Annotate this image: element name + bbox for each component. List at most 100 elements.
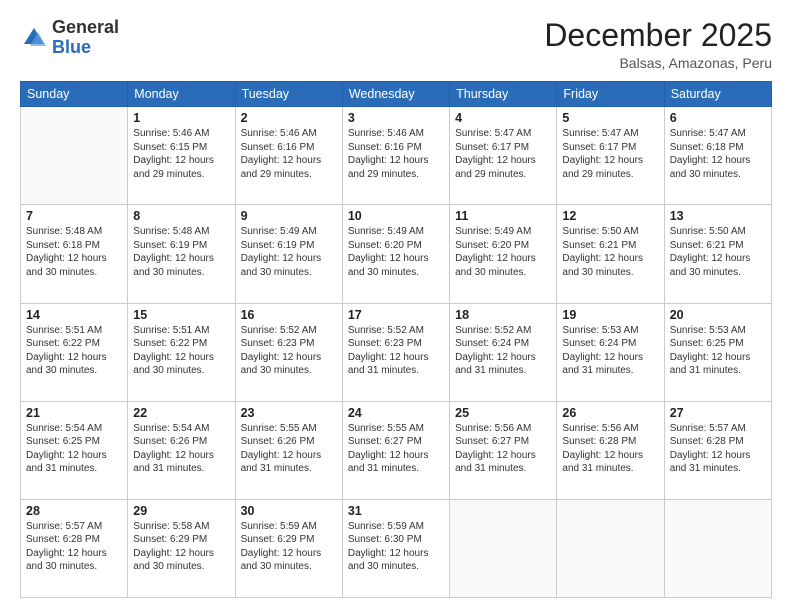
day-number: 18: [455, 308, 551, 322]
day-number: 16: [241, 308, 337, 322]
day-info: Sunrise: 5:47 AM Sunset: 6:17 PM Dayligh…: [455, 127, 551, 181]
day-info: Sunrise: 5:55 AM Sunset: 6:26 PM Dayligh…: [241, 422, 337, 476]
calendar-week-row: 1 Sunrise: 5:46 AM Sunset: 6:15 PM Daylig…: [21, 107, 772, 205]
calendar-week-row: 21 Sunrise: 5:54 AM Sunset: 6:25 PM Dayli…: [21, 401, 772, 499]
day-number: 17: [348, 308, 444, 322]
calendar-header-row: Sunday Monday Tuesday Wednesday Thursday…: [21, 82, 772, 107]
day-number: 3: [348, 111, 444, 125]
day-info: Sunrise: 5:51 AM Sunset: 6:22 PM Dayligh…: [26, 324, 122, 378]
day-info: Sunrise: 5:58 AM Sunset: 6:29 PM Dayligh…: [133, 520, 229, 574]
day-number: 8: [133, 209, 229, 223]
day-number: 9: [241, 209, 337, 223]
location: Balsas, Amazonas, Peru: [544, 55, 772, 71]
calendar-cell: 19 Sunrise: 5:53 AM Sunset: 6:24 PM Dayli…: [557, 303, 664, 401]
day-info: Sunrise: 5:52 AM Sunset: 6:23 PM Dayligh…: [241, 324, 337, 378]
calendar-cell: 7 Sunrise: 5:48 AM Sunset: 6:18 PM Daylig…: [21, 205, 128, 303]
day-number: 22: [133, 406, 229, 420]
day-info: Sunrise: 5:46 AM Sunset: 6:16 PM Dayligh…: [348, 127, 444, 181]
day-info: Sunrise: 5:57 AM Sunset: 6:28 PM Dayligh…: [26, 520, 122, 574]
calendar-cell: 25 Sunrise: 5:56 AM Sunset: 6:27 PM Dayli…: [450, 401, 557, 499]
logo-icon: [20, 24, 48, 52]
header-monday: Monday: [128, 82, 235, 107]
header-sunday: Sunday: [21, 82, 128, 107]
day-info: Sunrise: 5:48 AM Sunset: 6:18 PM Dayligh…: [26, 225, 122, 279]
day-number: 23: [241, 406, 337, 420]
calendar-cell: 20Sunrise: 5:53 AM Sunset: 6:25 PM Dayli…: [664, 303, 771, 401]
day-number: 19: [562, 308, 658, 322]
day-number: 25: [455, 406, 551, 420]
day-info: Sunrise: 5:49 AM Sunset: 6:20 PM Dayligh…: [455, 225, 551, 279]
header-thursday: Thursday: [450, 82, 557, 107]
calendar-cell: 21 Sunrise: 5:54 AM Sunset: 6:25 PM Dayli…: [21, 401, 128, 499]
day-info: Sunrise: 5:54 AM Sunset: 6:26 PM Dayligh…: [133, 422, 229, 476]
day-info: Sunrise: 5:57 AM Sunset: 6:28 PM Dayligh…: [670, 422, 766, 476]
day-info: Sunrise: 5:54 AM Sunset: 6:25 PM Dayligh…: [26, 422, 122, 476]
calendar-cell: 9 Sunrise: 5:49 AM Sunset: 6:19 PM Daylig…: [235, 205, 342, 303]
logo-general-text: General: [52, 17, 119, 37]
header: General Blue December 2025 Balsas, Amazo…: [20, 18, 772, 71]
calendar-table: Sunday Monday Tuesday Wednesday Thursday…: [20, 81, 772, 598]
header-friday: Friday: [557, 82, 664, 107]
header-saturday: Saturday: [664, 82, 771, 107]
day-info: Sunrise: 5:53 AM Sunset: 6:24 PM Dayligh…: [562, 324, 658, 378]
calendar-cell: 2Sunrise: 5:46 AM Sunset: 6:16 PM Daylig…: [235, 107, 342, 205]
calendar-cell: [21, 107, 128, 205]
logo-text: General Blue: [52, 18, 119, 58]
day-number: 13: [670, 209, 766, 223]
day-info: Sunrise: 5:50 AM Sunset: 6:21 PM Dayligh…: [562, 225, 658, 279]
calendar-cell: 31 Sunrise: 5:59 AM Sunset: 6:30 PM Dayli…: [342, 499, 449, 597]
day-info: Sunrise: 5:52 AM Sunset: 6:24 PM Dayligh…: [455, 324, 551, 378]
calendar-cell: [450, 499, 557, 597]
day-info: Sunrise: 5:52 AM Sunset: 6:23 PM Dayligh…: [348, 324, 444, 378]
calendar-cell: 8 Sunrise: 5:48 AM Sunset: 6:19 PM Daylig…: [128, 205, 235, 303]
calendar-cell: 24Sunrise: 5:55 AM Sunset: 6:27 PM Dayli…: [342, 401, 449, 499]
day-number: 24: [348, 406, 444, 420]
day-number: 27: [670, 406, 766, 420]
day-info: Sunrise: 5:59 AM Sunset: 6:29 PM Dayligh…: [241, 520, 337, 574]
day-number: 28: [26, 504, 122, 518]
day-number: 15: [133, 308, 229, 322]
calendar-cell: 13 Sunrise: 5:50 AM Sunset: 6:21 PM Dayli…: [664, 205, 771, 303]
header-wednesday: Wednesday: [342, 82, 449, 107]
header-tuesday: Tuesday: [235, 82, 342, 107]
day-info: Sunrise: 5:59 AM Sunset: 6:30 PM Dayligh…: [348, 520, 444, 574]
calendar-cell: 5 Sunrise: 5:47 AM Sunset: 6:17 PM Daylig…: [557, 107, 664, 205]
calendar-week-row: 28 Sunrise: 5:57 AM Sunset: 6:28 PM Dayli…: [21, 499, 772, 597]
calendar-cell: 16 Sunrise: 5:52 AM Sunset: 6:23 PM Dayli…: [235, 303, 342, 401]
calendar-cell: [557, 499, 664, 597]
day-info: Sunrise: 5:56 AM Sunset: 6:28 PM Dayligh…: [562, 422, 658, 476]
calendar-cell: 30 Sunrise: 5:59 AM Sunset: 6:29 PM Dayli…: [235, 499, 342, 597]
calendar-cell: 22 Sunrise: 5:54 AM Sunset: 6:26 PM Dayli…: [128, 401, 235, 499]
day-number: 1: [133, 111, 229, 125]
day-info: Sunrise: 5:47 AM Sunset: 6:17 PM Dayligh…: [562, 127, 658, 181]
day-info: Sunrise: 5:47 AM Sunset: 6:18 PM Dayligh…: [670, 127, 766, 181]
day-info: Sunrise: 5:46 AM Sunset: 6:15 PM Dayligh…: [133, 127, 229, 181]
day-number: 7: [26, 209, 122, 223]
day-info: Sunrise: 5:51 AM Sunset: 6:22 PM Dayligh…: [133, 324, 229, 378]
day-info: Sunrise: 5:50 AM Sunset: 6:21 PM Dayligh…: [670, 225, 766, 279]
day-number: 11: [455, 209, 551, 223]
day-number: 5: [562, 111, 658, 125]
logo: General Blue: [20, 18, 119, 58]
calendar-cell: 23 Sunrise: 5:55 AM Sunset: 6:26 PM Dayli…: [235, 401, 342, 499]
day-number: 30: [241, 504, 337, 518]
day-info: Sunrise: 5:56 AM Sunset: 6:27 PM Dayligh…: [455, 422, 551, 476]
day-number: 21: [26, 406, 122, 420]
logo-blue-text: Blue: [52, 37, 91, 57]
calendar-cell: 1 Sunrise: 5:46 AM Sunset: 6:15 PM Daylig…: [128, 107, 235, 205]
calendar-cell: 6 Sunrise: 5:47 AM Sunset: 6:18 PM Daylig…: [664, 107, 771, 205]
day-number: 31: [348, 504, 444, 518]
day-info: Sunrise: 5:49 AM Sunset: 6:19 PM Dayligh…: [241, 225, 337, 279]
day-number: 6: [670, 111, 766, 125]
calendar-cell: 18 Sunrise: 5:52 AM Sunset: 6:24 PM Dayli…: [450, 303, 557, 401]
calendar-cell: 10Sunrise: 5:49 AM Sunset: 6:20 PM Dayli…: [342, 205, 449, 303]
calendar-cell: 26 Sunrise: 5:56 AM Sunset: 6:28 PM Dayli…: [557, 401, 664, 499]
day-number: 26: [562, 406, 658, 420]
calendar-cell: 12 Sunrise: 5:50 AM Sunset: 6:21 PM Dayli…: [557, 205, 664, 303]
day-info: Sunrise: 5:48 AM Sunset: 6:19 PM Dayligh…: [133, 225, 229, 279]
day-number: 12: [562, 209, 658, 223]
calendar-cell: 28 Sunrise: 5:57 AM Sunset: 6:28 PM Dayli…: [21, 499, 128, 597]
day-number: 10: [348, 209, 444, 223]
calendar-week-row: 14Sunrise: 5:51 AM Sunset: 6:22 PM Dayli…: [21, 303, 772, 401]
month-title: December 2025: [544, 18, 772, 53]
